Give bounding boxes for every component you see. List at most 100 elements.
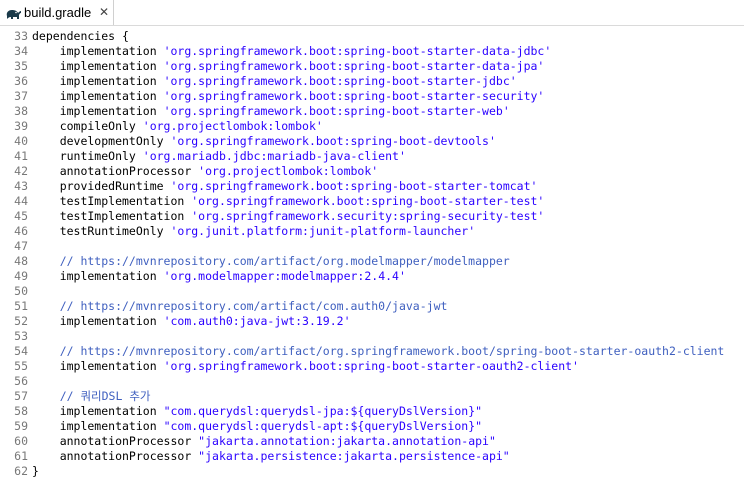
code-keyword: implementation — [32, 59, 164, 73]
gradle-elephant-icon — [5, 6, 22, 20]
line-number: 37 — [14, 89, 28, 103]
line-number: 43 — [14, 179, 28, 193]
line-number: 48 — [14, 254, 28, 268]
code-string: "com.querydsl:querydsl-jpa:${queryDslVer… — [163, 404, 483, 418]
code-keyword: compileOnly — [32, 119, 143, 133]
code-line[interactable]: 51 // https://mvnrepository.com/artifact… — [0, 299, 744, 314]
code-text: runtimeOnly 'org.mariadb.jdbc:mariadb-ja… — [32, 149, 406, 164]
code-string: 'org.mariadb.jdbc:mariadb-java-client' — [142, 149, 406, 163]
code-line[interactable]: 46 testRuntimeOnly 'org.junit.platform:j… — [0, 224, 744, 239]
code-string: 'org.springframework.boot:spring-boot-st… — [163, 59, 545, 73]
code-line[interactable]: 60 annotationProcessor "jakarta.annotati… — [0, 434, 744, 449]
code-keyword: annotationProcessor — [32, 434, 199, 448]
code-text: implementation 'org.springframework.boot… — [32, 44, 552, 59]
line-number: 56 — [14, 374, 28, 388]
code-string: 'org.springframework.boot:spring-boot-st… — [191, 194, 545, 208]
tab-label: build.gradle — [24, 5, 92, 20]
line-number: 62 — [14, 464, 28, 478]
code-keyword: providedRuntime — [32, 179, 171, 193]
code-line[interactable]: 40 developmentOnly 'org.springframework.… — [0, 134, 744, 149]
code-line[interactable]: 43 providedRuntime 'org.springframework.… — [0, 179, 744, 194]
code-line[interactable]: 33 dependencies { — [0, 29, 744, 44]
code-line[interactable]: 35 implementation 'org.springframework.b… — [0, 59, 744, 74]
code-line[interactable]: 41 runtimeOnly 'org.mariadb.jdbc:mariadb… — [0, 149, 744, 164]
code-text: compileOnly 'org.projectlombok:lombok' — [32, 119, 323, 134]
code-string: 'org.springframework.boot:spring-boot-st… — [163, 74, 517, 88]
line-number: 59 — [14, 419, 28, 433]
code-keyword: implementation — [32, 419, 164, 433]
code-text: annotationProcessor 'org.projectlombok:l… — [32, 164, 379, 179]
code-line[interactable]: 50 — [0, 284, 744, 299]
code-string: "jakarta.annotation:jakarta.annotation-a… — [198, 434, 496, 448]
code-text: dependencies { — [32, 29, 129, 44]
code-comment: // https://mvnrepository.com/artifact/or… — [32, 344, 725, 358]
code-line[interactable]: 55 implementation 'org.springframework.b… — [0, 359, 744, 374]
editor-tab-bar: build.gradle ✕ — [0, 0, 744, 26]
code-line[interactable]: 61 annotationProcessor "jakarta.persiste… — [0, 449, 744, 464]
code-line[interactable]: 42 annotationProcessor 'org.projectlombo… — [0, 164, 744, 179]
line-number: 42 — [14, 164, 28, 178]
code-comment: // https://mvnrepository.com/artifact/or… — [32, 254, 510, 268]
code-text: implementation 'org.springframework.boot… — [32, 359, 579, 374]
code-line[interactable]: 54 // https://mvnrepository.com/artifact… — [0, 344, 744, 359]
code-text: testImplementation 'org.springframework.… — [32, 209, 545, 224]
code-keyword: implementation — [32, 314, 164, 328]
code-text: implementation 'org.springframework.boot… — [32, 89, 545, 104]
code-text: implementation 'com.auth0:java-jwt:3.19.… — [32, 314, 351, 329]
code-line[interactable]: 38 implementation 'org.springframework.b… — [0, 104, 744, 119]
code-line[interactable]: 44 testImplementation 'org.springframewo… — [0, 194, 744, 209]
code-line[interactable]: 53 — [0, 329, 744, 344]
code-string: 'org.springframework.security:spring-sec… — [191, 209, 545, 223]
line-number: 58 — [14, 404, 28, 418]
line-number: 35 — [14, 59, 28, 73]
tab-build-gradle[interactable]: build.gradle ✕ — [0, 0, 114, 25]
code-line[interactable]: 45 testImplementation 'org.springframewo… — [0, 209, 744, 224]
code-keyword: implementation — [32, 269, 164, 283]
code-keyword: implementation — [32, 359, 164, 373]
code-editor[interactable]: 33 dependencies {34 implementation 'org.s… — [0, 26, 744, 479]
code-text: annotationProcessor "jakarta.persistence… — [32, 449, 510, 464]
code-line[interactable]: 47 — [0, 239, 744, 254]
line-number: 53 — [14, 329, 28, 343]
line-number: 57 — [14, 389, 28, 403]
code-line[interactable]: 39 compileOnly 'org.projectlombok:lombok… — [0, 119, 744, 134]
code-line[interactable]: 52 implementation 'com.auth0:java-jwt:3.… — [0, 314, 744, 329]
code-line[interactable]: 59 implementation "com.querydsl:querydsl… — [0, 419, 744, 434]
code-keyword: implementation — [32, 44, 164, 58]
code-keyword: implementation — [32, 104, 164, 118]
line-number: 44 — [14, 194, 28, 208]
code-line[interactable]: 56 — [0, 374, 744, 389]
code-keyword: developmentOnly — [32, 134, 171, 148]
code-keyword: } — [32, 464, 39, 478]
code-text: implementation "com.querydsl:querydsl-ap… — [32, 419, 482, 434]
code-string: 'com.auth0:java-jwt:3.19.2' — [163, 314, 351, 328]
code-keyword: implementation — [32, 404, 164, 418]
line-number: 49 — [14, 269, 28, 283]
code-string: 'org.modelmapper:modelmapper:2.4.4' — [163, 269, 406, 283]
code-text: // https://mvnrepository.com/artifact/or… — [32, 254, 510, 269]
code-string: 'org.projectlombok:lombok' — [142, 119, 323, 133]
code-text: // https://mvnrepository.com/artifact/or… — [32, 344, 725, 359]
line-number: 55 — [14, 359, 28, 373]
line-number: 52 — [14, 314, 28, 328]
code-line[interactable]: 36 implementation 'org.springframework.b… — [0, 74, 744, 89]
code-line[interactable]: 49 implementation 'org.modelmapper:model… — [0, 269, 744, 284]
close-icon[interactable]: ✕ — [97, 5, 111, 19]
code-line[interactable]: 34 implementation 'org.springframework.b… — [0, 44, 744, 59]
code-line[interactable]: 62} — [0, 464, 744, 479]
code-text: } — [32, 464, 39, 479]
code-keyword: testImplementation — [32, 194, 192, 208]
line-number: 40 — [14, 134, 28, 148]
code-string: "jakarta.persistence:jakarta.persistence… — [198, 449, 510, 463]
line-number: 54 — [14, 344, 28, 358]
code-keyword: testRuntimeOnly — [32, 224, 171, 238]
code-line[interactable]: 37 implementation 'org.springframework.b… — [0, 89, 744, 104]
code-string: 'org.springframework.boot:spring-boot-st… — [163, 104, 510, 118]
code-line[interactable]: 48 // https://mvnrepository.com/artifact… — [0, 254, 744, 269]
code-string: 'org.springframework.boot:spring-boot-de… — [170, 134, 496, 148]
code-string: "com.querydsl:querydsl-apt:${queryDslVer… — [163, 419, 483, 433]
code-text: implementation "com.querydsl:querydsl-jp… — [32, 404, 482, 419]
code-line[interactable]: 57 // 쿼리DSL 추가 — [0, 389, 744, 404]
code-line[interactable]: 58 implementation "com.querydsl:querydsl… — [0, 404, 744, 419]
code-text: testImplementation 'org.springframework.… — [32, 194, 545, 209]
